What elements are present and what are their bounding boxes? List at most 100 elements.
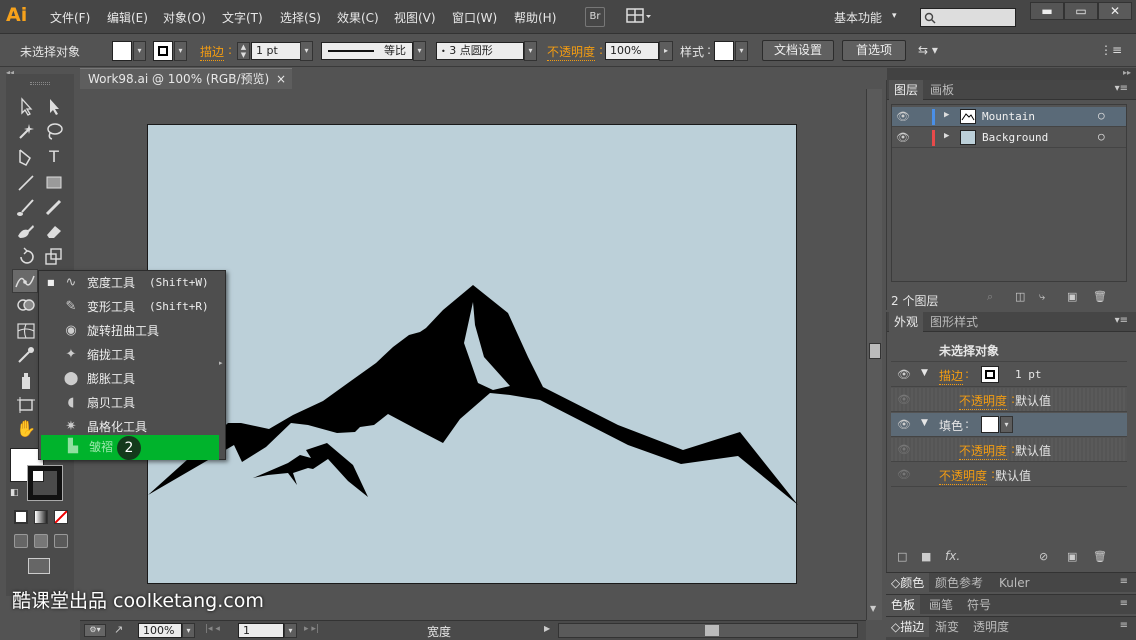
appearance-fill-opacity-row[interactable]: 👁 不透明度 : 默认值 — [891, 438, 1127, 462]
flyout-item-twirl-tool[interactable]: ◉ 旋转扭曲工具 — [39, 319, 225, 343]
stroke-opacity-link[interactable]: 不透明度 — [959, 392, 1008, 410]
clear-appearance-icon[interactable]: ⊘ — [1039, 550, 1048, 563]
gradient-mode-button[interactable] — [34, 510, 48, 524]
new-sublayer-icon[interactable]: ⤷ — [1039, 290, 1045, 304]
layer-target-icon[interactable]: ○ — [1098, 130, 1105, 143]
lasso-tool-icon[interactable] — [42, 120, 66, 142]
status-menu-arrow-icon[interactable]: ▶ — [544, 624, 550, 633]
opacity-dropdown[interactable]: ▸ — [659, 41, 673, 61]
flyout-item-bloat-tool[interactable]: ⬤ 膨胀工具 — [39, 367, 225, 391]
stroke-visibility-eye-icon[interactable]: 👁 — [897, 368, 911, 381]
expand-triangle-icon[interactable]: ▶ — [944, 131, 949, 141]
swatches-panel-menu-icon[interactable]: ≡ — [1120, 598, 1128, 609]
menu-object[interactable]: 对象(O) — [163, 9, 206, 26]
mesh-tool-icon[interactable] — [14, 320, 38, 342]
maximize-button[interactable]: ▭ — [1064, 2, 1098, 20]
vertical-scrollbar[interactable]: ▼ — [866, 89, 882, 620]
selection-tool-icon[interactable] — [14, 96, 38, 118]
artboard-tool-icon[interactable] — [14, 394, 38, 416]
screen-mode-icon[interactable] — [28, 558, 50, 574]
menu-select[interactable]: 选择(S) — [280, 9, 321, 26]
menu-file[interactable]: 文件(F) — [50, 9, 90, 26]
layer-name[interactable]: Mountain — [982, 110, 1035, 123]
fill-visibility-eye-icon[interactable]: 👁 — [897, 418, 911, 431]
panel-collapse-icon[interactable]: ▸▸ — [887, 68, 1136, 80]
tab-color[interactable]: ◇颜色 — [886, 573, 930, 593]
document-tab[interactable]: Work98.ai @ 100% (RGB/预览) × — [80, 68, 292, 89]
tab-artboards[interactable]: 画板 — [925, 80, 959, 100]
last-artboard-icon[interactable]: ▸ ▸| — [304, 624, 319, 634]
layer-name[interactable]: Background — [982, 131, 1048, 144]
add-stroke-icon[interactable]: □ — [897, 550, 907, 563]
arrange-documents-button[interactable] — [625, 7, 653, 27]
add-effect-icon[interactable]: fx. — [945, 549, 960, 563]
zoom-field[interactable]: 100% — [138, 623, 182, 638]
foreground-ridge-shape[interactable] — [253, 443, 368, 497]
variable-width-profile[interactable]: 等比 — [321, 42, 413, 60]
horizontal-scroll-thumb[interactable] — [705, 625, 719, 636]
appearance-stroke-row[interactable]: 👁 ▼ 描边 : 1 pt — [891, 363, 1127, 387]
opacity-label-link[interactable]: 不透明度 — [547, 43, 596, 61]
width-tool-icon[interactable] — [13, 270, 37, 292]
brush-definition[interactable]: • 3 点圆形 — [436, 42, 524, 60]
appearance-stroke-opacity-row[interactable]: 👁 不透明度 : 默认值 — [891, 388, 1127, 412]
layer-row-mountain[interactable]: 👁 ▶ Mountain ○ — [892, 107, 1126, 127]
horizontal-scrollbar[interactable] — [558, 623, 858, 638]
flyout-item-width-tool[interactable]: ■ ∿ 宽度工具 (Shift+W) — [39, 271, 225, 295]
menu-type[interactable]: 文字(T) — [222, 9, 263, 26]
flyout-item-wrinkle-tool[interactable]: ▙ 皱褶 2 — [41, 435, 219, 460]
eraser-tool-icon[interactable] — [42, 220, 66, 242]
tab-gradient[interactable]: 渐变 — [930, 617, 964, 637]
share-icon[interactable]: ↗ — [114, 623, 123, 636]
minimize-button[interactable]: ▬ — [1030, 2, 1064, 20]
scroll-down-icon[interactable]: ▼ — [870, 604, 876, 613]
stroke-collapse-icon[interactable]: ▼ — [921, 368, 928, 378]
shape-builder-tool-icon[interactable] — [14, 294, 38, 316]
brush-dropdown[interactable]: ▾ — [524, 41, 537, 61]
help-search-input[interactable] — [920, 8, 1016, 27]
flyout-item-warp-tool[interactable]: ✎ 变形工具 (Shift+R) — [39, 295, 225, 319]
appearance-fill-row[interactable]: 👁 ▼ 填色 : ▾ — [891, 413, 1127, 437]
hand-tool-icon[interactable]: ✋ — [14, 418, 38, 440]
appearance-panel-menu-icon[interactable]: ▾≡ — [1115, 315, 1128, 326]
tab-swatches[interactable]: 色板 — [886, 595, 921, 615]
fill-collapse-icon[interactable]: ▼ — [921, 418, 928, 428]
fill-opacity-eye-icon[interactable]: 👁 — [897, 443, 911, 456]
artboard-number-field[interactable]: 1 — [238, 623, 284, 638]
profile-dropdown[interactable]: ▾ — [413, 41, 426, 61]
menu-effect[interactable]: 效果(C) — [337, 9, 379, 26]
appearance-stroke-swatch[interactable] — [981, 366, 999, 383]
close-tab-icon[interactable]: × — [276, 69, 286, 90]
panel-menu-icon[interactable]: ⋮≡ — [1100, 43, 1122, 57]
stroke-weight-stepper[interactable]: ▲ ▼ — [237, 42, 250, 60]
graphic-style-swatch[interactable] — [714, 41, 734, 61]
stroke-weight-field[interactable]: 1 pt — [251, 42, 301, 60]
delete-layer-icon[interactable]: 🗑 — [1093, 290, 1107, 303]
color-panel-menu-icon[interactable]: ≡ — [1120, 576, 1128, 587]
clipping-mask-icon[interactable]: ◫ — [1015, 290, 1025, 303]
draw-inside-icon[interactable] — [54, 534, 68, 548]
stroke-color-box[interactable] — [27, 465, 63, 501]
layer-target-icon[interactable]: ○ — [1098, 109, 1105, 122]
layers-panel-menu-icon[interactable]: ▾≡ — [1115, 83, 1128, 94]
appearance-fill-swatch[interactable] — [981, 416, 999, 433]
blob-brush-tool-icon[interactable] — [14, 220, 38, 242]
appearance-fill-dropdown[interactable]: ▾ — [1000, 416, 1013, 433]
tab-graphic-styles[interactable]: 图形样式 — [925, 312, 983, 332]
close-button[interactable]: ✕ — [1098, 2, 1132, 20]
object-opacity-link[interactable]: 不透明度 — [939, 467, 988, 485]
mountain-artwork[interactable] — [148, 125, 798, 585]
layer-row-background[interactable]: 👁 ▶ Background ○ — [892, 128, 1126, 148]
expand-triangle-icon[interactable]: ▶ — [944, 110, 949, 120]
workspace-chevron-icon[interactable]: ▾ — [892, 11, 897, 21]
line-tool-icon[interactable] — [14, 172, 38, 194]
new-layer-icon[interactable]: ▣ — [1067, 290, 1077, 303]
first-artboard-icon[interactable]: |◂ ◂ — [205, 624, 220, 634]
paintbrush-tool-icon[interactable] — [14, 196, 38, 218]
appearance-stroke-weight[interactable]: 1 pt — [1015, 368, 1042, 381]
bridge-button[interactable]: Br — [585, 7, 605, 27]
zoom-dropdown[interactable]: ▾ — [182, 623, 195, 638]
color-mode-button[interactable] — [14, 510, 28, 524]
tab-brushes[interactable]: 画笔 — [924, 595, 958, 615]
fill-dropdown[interactable]: ▾ — [133, 41, 146, 61]
